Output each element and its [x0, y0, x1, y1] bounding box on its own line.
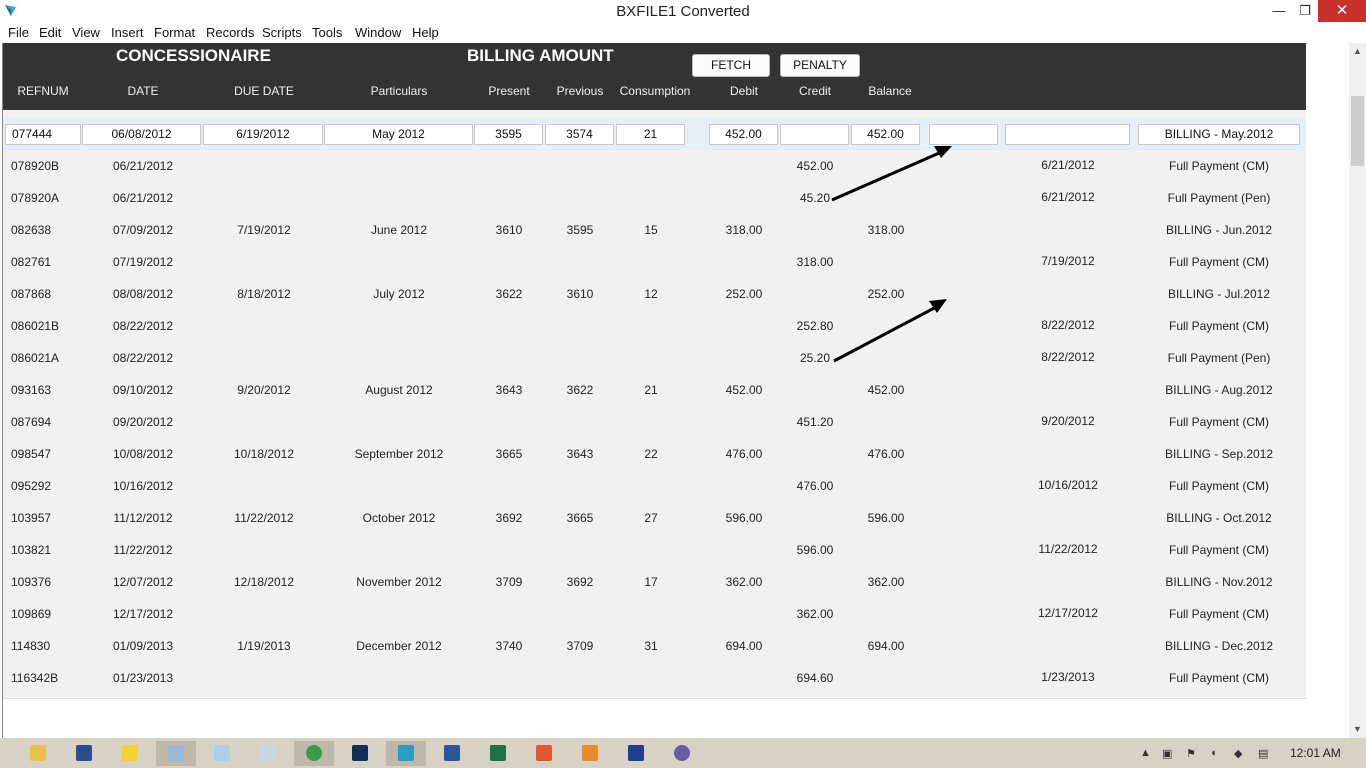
taskbar: ▲ ▣ ⚑ ◖ ◆ ▤ 12:01 AM: [0, 738, 1366, 768]
notepad-icon[interactable]: [202, 741, 242, 766]
app-icon[interactable]: [570, 741, 610, 766]
show-hidden-icons-icon[interactable]: ▲: [1140, 747, 1151, 759]
tray-app-icon[interactable]: ▣: [1162, 747, 1172, 760]
annotation-arrows: [831, 146, 952, 363]
arrow-head-1: [934, 146, 952, 158]
bxfile-icon[interactable]: [386, 741, 426, 766]
speaker-icon[interactable]: ◖: [1210, 747, 1217, 759]
arrow-line-2: [833, 303, 941, 363]
app-icon[interactable]: [524, 741, 564, 766]
file-explorer-icon[interactable]: [18, 741, 58, 766]
tray-flag-icon[interactable]: ⚑: [1186, 747, 1196, 760]
dropbox-icon[interactable]: ◆: [1234, 747, 1242, 760]
chrome-icon[interactable]: [294, 741, 334, 766]
app-icon[interactable]: [662, 741, 702, 766]
arrow-line-1: [831, 148, 947, 202]
app-icon[interactable]: [616, 741, 656, 766]
calculator-icon[interactable]: [248, 741, 288, 766]
excel-icon[interactable]: [478, 741, 518, 766]
app-icon[interactable]: [64, 741, 104, 766]
word-icon[interactable]: [432, 741, 472, 766]
app-icon[interactable]: [156, 741, 196, 766]
pencil-icon[interactable]: [110, 741, 150, 766]
network-icon[interactable]: ▤: [1258, 747, 1268, 760]
photoshop-icon[interactable]: [340, 741, 380, 766]
taskbar-clock[interactable]: 12:01 AM: [1290, 746, 1341, 760]
